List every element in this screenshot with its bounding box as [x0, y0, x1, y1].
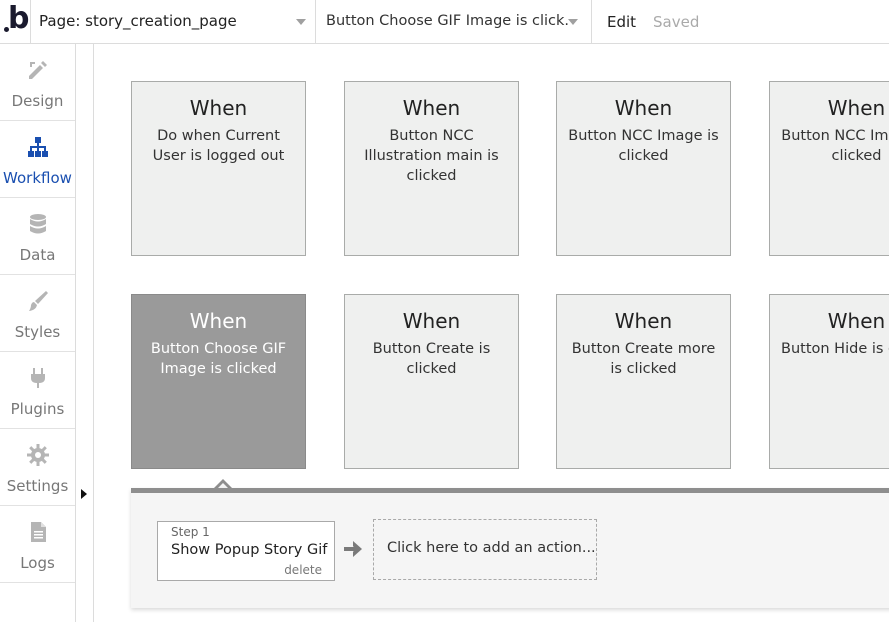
sidebar-item-design[interactable]: Design	[0, 44, 75, 121]
event-card-description: Button NCC Image is clicked	[781, 128, 889, 164]
sidebar-item-label: Design	[11, 92, 64, 110]
saved-status: Saved	[653, 13, 700, 31]
event-card-description: Button Create more is clicked	[571, 341, 716, 377]
event-card-selected[interactable]: When Button Choose GIF Image is clicked	[131, 294, 306, 469]
top-bar: b Page: story_creation_page Button Choos…	[0, 0, 889, 44]
sidebar-item-plugins[interactable]: Plugins	[0, 352, 75, 429]
workflow-canvas[interactable]: When Do when Current User is logged out …	[95, 45, 889, 622]
sidebar-item-label: Workflow	[3, 169, 72, 187]
add-action-label: Click here to add an action...	[387, 540, 596, 556]
delete-step-link[interactable]: delete	[284, 563, 322, 577]
event-card-title: When	[189, 96, 248, 120]
workflow-step[interactable]: Step 1 Show Popup Story Gif delete	[157, 521, 335, 581]
event-card[interactable]: When Button NCC Image is clicked	[556, 81, 731, 256]
chevron-down-icon	[296, 19, 306, 25]
sidebar-item-label: Settings	[6, 477, 69, 495]
event-card[interactable]: When Button Create more is clicked	[556, 294, 731, 469]
event-card[interactable]: When Button NCC Illustration main is cli…	[344, 81, 519, 256]
event-card[interactable]: When Button Hide is clicked	[769, 294, 889, 469]
bubble-logo[interactable]: b	[0, 0, 30, 44]
database-icon	[30, 214, 46, 234]
event-card-description: Button Choose GIF Image is clicked	[150, 341, 287, 377]
page-selector-label: Page: story_creation_page	[39, 12, 237, 30]
event-card[interactable]: When Button NCC Image is clicked	[769, 81, 889, 256]
sidebar-item-label: Logs	[20, 554, 55, 572]
event-card-description: Button Hide is clicked	[781, 341, 889, 357]
event-card-title: When	[614, 309, 673, 333]
event-card-title: When	[402, 309, 461, 333]
event-card-title: When	[827, 309, 886, 333]
sidebar-item-label: Plugins	[10, 400, 65, 418]
event-card-description: Button Create is clicked	[372, 341, 491, 377]
sidebar-item-label: Data	[19, 246, 56, 264]
event-selector[interactable]: Button Choose GIF Image is click...	[316, 0, 592, 44]
sidebar-item-workflow[interactable]: Workflow	[0, 121, 75, 198]
sidebar-item-settings[interactable]: Settings	[0, 429, 75, 506]
secondary-rail	[76, 44, 94, 622]
step-name: Show Popup Story Gif	[171, 542, 328, 558]
plug-icon	[31, 368, 45, 388]
sidebar-item-label: Styles	[14, 323, 61, 341]
event-selector-label: Button Choose GIF Image is click...	[326, 13, 568, 29]
event-card[interactable]: When Do when Current User is logged out	[131, 81, 306, 256]
add-action-button[interactable]: Click here to add an action...	[373, 519, 597, 580]
event-card-title: When	[614, 96, 673, 120]
design-icon	[29, 61, 47, 79]
event-card-description: Button NCC Illustration main is clicked	[364, 128, 499, 184]
sidebar-item-data[interactable]: Data	[0, 198, 75, 275]
chevron-down-icon	[568, 19, 578, 25]
event-card-description: Do when Current User is logged out	[152, 128, 285, 164]
sidebar: Design Workflow Data Styles Plugins Sett…	[0, 44, 76, 622]
step-number: Step 1	[171, 525, 210, 539]
arrow-right-icon	[344, 541, 362, 557]
brush-icon	[29, 291, 48, 311]
gear-icon	[27, 444, 49, 466]
workflow-icon	[28, 137, 48, 157]
event-card-description: Button NCC Image is clicked	[568, 128, 719, 164]
actions-panel: Step 1 Show Popup Story Gif delete Click…	[131, 488, 889, 608]
logo-letter: b	[8, 1, 30, 36]
sidebar-item-styles[interactable]: Styles	[0, 275, 75, 352]
document-icon	[31, 522, 46, 542]
page-selector[interactable]: Page: story_creation_page	[30, 0, 316, 44]
event-card[interactable]: When Button Create is clicked	[344, 294, 519, 469]
event-card-title: When	[402, 96, 461, 120]
sidebar-item-logs[interactable]: Logs	[0, 506, 75, 583]
event-card-title: When	[827, 96, 886, 120]
event-card-title: When	[189, 309, 248, 333]
expand-panel-arrow-icon[interactable]	[81, 489, 87, 499]
edit-menu[interactable]: Edit	[607, 13, 636, 31]
